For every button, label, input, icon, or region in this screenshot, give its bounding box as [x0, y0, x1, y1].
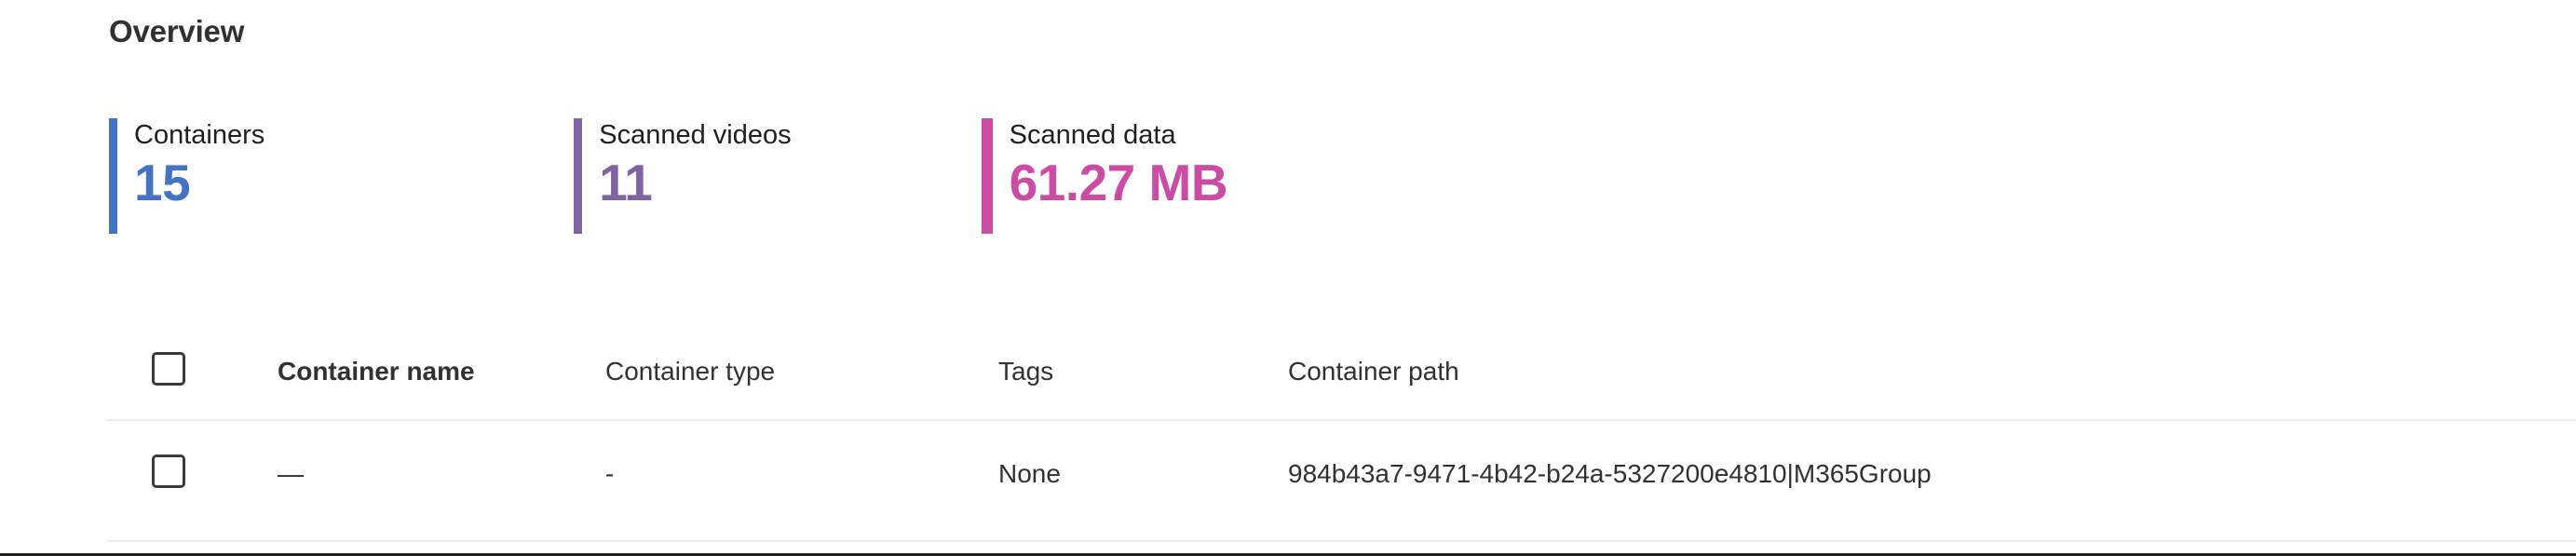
metric-card-scanned-data: Scanned data 61.27 MB — [981, 118, 1228, 234]
metric-card-containers: Containers 15 — [109, 118, 264, 234]
metric-label-scanned-data: Scanned data — [1009, 120, 1176, 150]
cell-tags: None — [998, 459, 1061, 488]
overview-metrics: Containers 15 Scanned videos 11 Scanned … — [109, 118, 1228, 234]
metric-value-containers: 15 — [134, 154, 191, 211]
select-all-checkbox[interactable] — [152, 352, 185, 386]
column-header-container-type[interactable]: Container type — [605, 356, 775, 387]
cell-container-name: — — [278, 459, 304, 488]
metric-accent-bar-magenta — [981, 118, 993, 234]
overview-page: Overview Containers 15 Scanned videos 11… — [0, 0, 2576, 556]
table-row-divider — [107, 540, 2576, 542]
metric-value-scanned-data: 61.27 MB — [1009, 154, 1228, 211]
cell-container-type: - — [605, 459, 615, 488]
metric-accent-bar-blue — [109, 118, 117, 234]
row-select-checkbox[interactable] — [152, 454, 185, 488]
cell-container-path: 984b43a7-9471-4b42-b24a-5327200e4810|M36… — [1288, 459, 1932, 488]
metric-accent-bar-purple — [574, 118, 583, 234]
table-header-row: Container name Container type Tags Conta… — [0, 328, 2576, 419]
metric-text-scanned-data: Scanned data 61.27 MB — [993, 118, 1228, 234]
page-title: Overview — [109, 14, 245, 48]
metric-label-scanned-videos: Scanned videos — [599, 120, 792, 150]
metric-text-scanned-videos: Scanned videos 11 — [582, 118, 791, 234]
metric-label-containers: Containers — [134, 120, 265, 150]
metric-text-containers: Containers 15 — [117, 118, 264, 234]
metric-value-scanned-videos: 11 — [599, 154, 653, 211]
table-row[interactable]: — - None 984b43a7-9471-4b42-b24a-5327200… — [0, 421, 2576, 540]
column-header-container-name[interactable]: Container name — [278, 356, 475, 387]
metric-card-scanned-videos: Scanned videos 11 — [574, 118, 792, 234]
column-header-tags[interactable]: Tags — [998, 356, 1053, 387]
column-header-container-path[interactable]: Container path — [1288, 356, 1459, 387]
